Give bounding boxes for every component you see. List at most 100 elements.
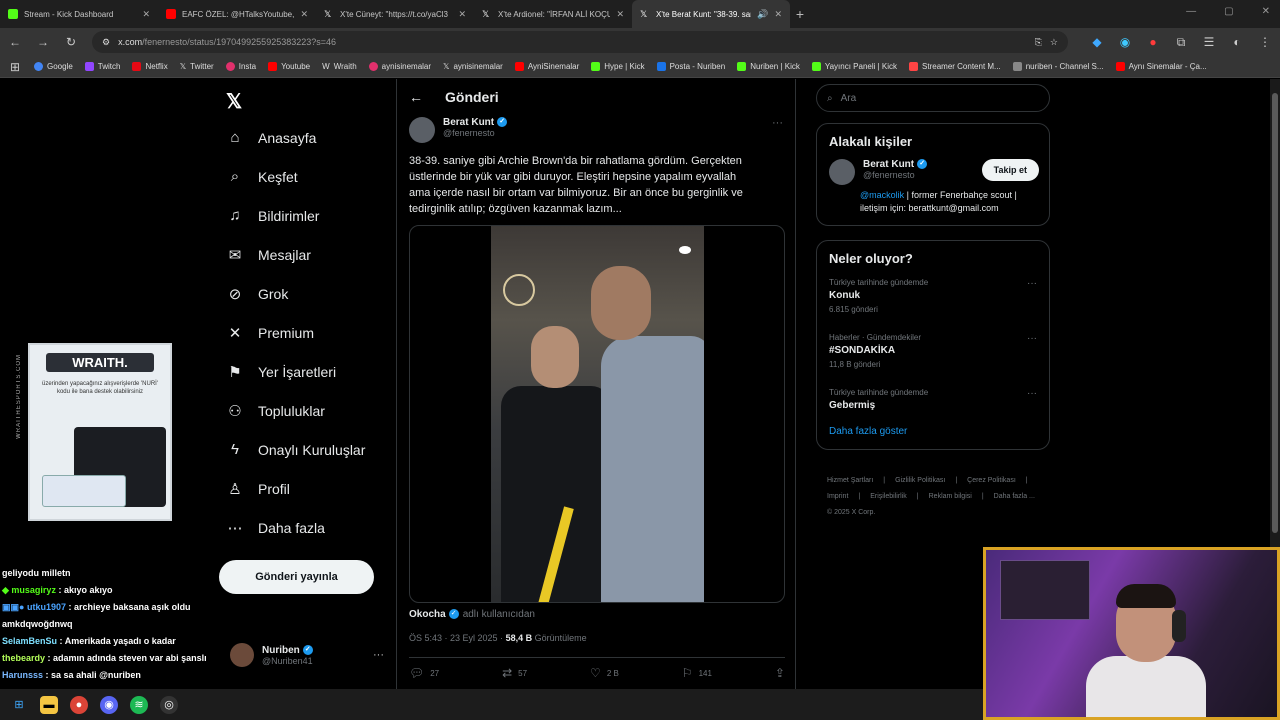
trend-item[interactable]: Türkiye tarihinde gündemde Konuk 6.815 g… (817, 272, 1049, 327)
tab-eafc[interactable]: EAFC ÖZEL: @HTalksYoutube, @ ✕ (158, 0, 316, 28)
discord-icon[interactable]: ◉ (100, 695, 118, 714)
bookmark-ayni-sinemalar[interactable]: Aynı Sinemalar - Ça... (1115, 62, 1207, 71)
close-icon[interactable]: ✕ (458, 9, 466, 20)
more-circle-icon: ⋯ (227, 520, 243, 537)
extension-globe-icon[interactable]: ◉ (1118, 35, 1132, 50)
bookmark-nuriben-channel[interactable]: nuriben - Channel S... (1012, 62, 1104, 71)
account-switcher[interactable]: Nuriben ✓ @Nuriben41 ··· (230, 643, 390, 667)
audio-icon[interactable]: 🔊 (757, 9, 768, 20)
scrollbar-thumb[interactable] (1272, 93, 1278, 533)
communities-icon: ⚇ (228, 403, 242, 420)
avatar[interactable] (829, 159, 855, 185)
bookmark-aynisinemalar-yt[interactable]: AyniSinemalar (514, 62, 579, 71)
nav-notifications[interactable]: ♫ Bildirimler (226, 207, 319, 224)
file-explorer-icon[interactable]: ▬ (40, 695, 58, 714)
windows-start-icon[interactable]: ⊞ (10, 696, 28, 714)
tab-ardionel[interactable]: 𝕏 X'te Ardionel: "İRFAN ALİ KOÇU ✕ (474, 0, 632, 28)
menu-icon[interactable]: ⋮ (1258, 35, 1272, 50)
bookmark-netflix[interactable]: Netflix (132, 62, 168, 71)
reload-icon[interactable]: ↻ (64, 35, 78, 49)
close-icon[interactable]: ✕ (142, 9, 150, 20)
nav-explore[interactable]: ⌕ Keşfet (226, 168, 298, 185)
spotify-icon[interactable]: ≋ (130, 695, 148, 714)
more-icon[interactable]: ··· (772, 117, 783, 129)
browser-toolbar: ← → ↻ ⚙ x.com/fenernesto/status/19704992… (0, 28, 1280, 56)
install-icon[interactable]: ⎘ (1035, 37, 1042, 48)
post-button[interactable]: Gönderi yayınla (219, 560, 374, 594)
bookmark-posta[interactable]: Posta - Nuriben (656, 62, 725, 71)
post-author[interactable]: Berat Kunt ✓ @fenernesto (409, 117, 508, 143)
video-frame[interactable] (491, 226, 704, 602)
follow-button[interactable]: Takip et (981, 159, 1039, 181)
nav-premium[interactable]: ✕ Premium (226, 324, 314, 342)
nav-messages[interactable]: ✉ Mesajlar (226, 246, 311, 264)
bookmark-yayinci-paneli[interactable]: Yayıncı Paneli | Kick (811, 62, 897, 71)
back-icon[interactable]: ← (8, 35, 22, 49)
repost-button[interactable]: ⇄ 57 (502, 666, 527, 680)
more-icon[interactable]: ··· (1027, 388, 1037, 399)
tab-berat-kunt[interactable]: 𝕏 X'te Berat Kunt: "38-39. san 🔊 ✕ (632, 0, 790, 28)
nav-grok[interactable]: ⊘ Grok (226, 285, 289, 303)
tab-kick-dashboard[interactable]: Stream - Kick Dashboard ✕ (0, 0, 158, 28)
site-info-icon[interactable]: ⚙ (102, 37, 110, 48)
star-icon[interactable]: ☆ (1050, 37, 1058, 48)
extensions-icon[interactable]: ⧉ (1174, 35, 1188, 50)
bookmark-button[interactable]: ⚐ 141 (682, 666, 712, 680)
nav-verified-orgs[interactable]: ϟ Onaylı Kuruluşlar (226, 441, 365, 458)
bookmark-aynisinemalar-x[interactable]: 𝕏aynisinemalar (443, 62, 503, 71)
address-bar[interactable]: ⚙ x.com/fenernesto/status/19704992559253… (92, 31, 1068, 53)
bookmark-streamer-content[interactable]: Streamer Content M... (909, 62, 1001, 71)
reading-list-icon[interactable]: ☰ (1202, 35, 1216, 50)
extension-red-icon[interactable]: ● (1146, 35, 1160, 50)
x-icon: 𝕏 (640, 9, 648, 19)
minimize-icon[interactable]: — (1186, 6, 1196, 17)
person-bio: @mackolik | former Fenerbahçe scout | il… (860, 190, 1017, 213)
trend-item[interactable]: Haberler · Gündemdekiler #SONDAKİKA 11,8… (817, 327, 1049, 382)
more-icon[interactable]: ··· (1027, 333, 1037, 344)
share-button[interactable]: ⇪ (775, 666, 785, 680)
close-window-icon[interactable]: ✕ (1262, 6, 1270, 17)
bookmark-twitch[interactable]: Twitch (84, 62, 120, 71)
related-person[interactable]: Berat Kunt ✓ @fenernesto Takip et @mackol… (817, 155, 1049, 225)
bookmark-nuriben-kick[interactable]: Nuriben | Kick (737, 62, 800, 71)
nav-profile[interactable]: ♙ Profil (226, 480, 290, 498)
bookmark-aynisinemalar-insta[interactable]: aynisinemalar (368, 62, 431, 71)
post-video[interactable] (409, 225, 785, 603)
new-tab-button[interactable]: + (790, 6, 810, 22)
reply-button[interactable]: 💬︎ 27 (409, 666, 439, 680)
profile-avatar-icon[interactable]: ◐ (1230, 35, 1244, 50)
bookmark-insta[interactable]: Insta (225, 62, 256, 71)
nav-home[interactable]: ⌂ Anasayfa (226, 129, 316, 146)
close-icon[interactable]: ✕ (300, 9, 308, 20)
source-name[interactable]: Okocha (409, 609, 446, 620)
avatar[interactable] (409, 117, 435, 143)
apps-icon[interactable]: ⊞ (8, 60, 22, 74)
chrome-icon[interactable]: ● (70, 695, 88, 714)
forward-icon[interactable]: → (36, 35, 50, 49)
page-scrollbar[interactable] (1270, 79, 1280, 547)
nav-communities[interactable]: ⚇ Topluluklar (226, 402, 325, 420)
more-icon[interactable]: ··· (373, 649, 384, 661)
like-button[interactable]: ♡ 2 B (590, 666, 619, 680)
chat-message: geliyodu milletn (2, 568, 71, 578)
x-logo-icon[interactable]: 𝕏 (226, 89, 242, 114)
bookmark-google[interactable]: Google (34, 62, 73, 71)
nav-more[interactable]: ⋯ Daha fazla (226, 519, 325, 537)
obs-icon[interactable]: ◎ (160, 695, 178, 714)
bookmark-wraith[interactable]: W Wraith (322, 62, 357, 71)
show-more-link[interactable]: Daha fazla göster (817, 422, 1049, 449)
maximize-icon[interactable]: ▢ (1224, 6, 1233, 17)
bookmark-youtube[interactable]: Youtube (268, 62, 310, 71)
bookmark-twitter[interactable]: 𝕏 Twitter (180, 62, 214, 71)
bookmark-hype-kick[interactable]: Hype | Kick (591, 62, 645, 71)
back-arrow-icon[interactable]: ← (409, 89, 423, 105)
close-icon[interactable]: ✕ (616, 9, 624, 20)
trend-item[interactable]: Türkiye tarihinde gündemde Gebermiş ··· (817, 382, 1049, 422)
search-input[interactable]: ⌕ Ara (816, 84, 1050, 112)
more-icon[interactable]: ··· (1027, 278, 1037, 289)
page-title: Gönderi (445, 89, 499, 105)
close-icon[interactable]: ✕ (774, 9, 782, 20)
nav-bookmarks[interactable]: ⚑ Yer İşaretleri (226, 363, 336, 381)
tab-cuneyt[interactable]: 𝕏 X'te Cüneyt: "https://t.co/yaCl3 ✕ (316, 0, 474, 28)
extension-shield-icon[interactable]: ◆ (1090, 35, 1104, 50)
